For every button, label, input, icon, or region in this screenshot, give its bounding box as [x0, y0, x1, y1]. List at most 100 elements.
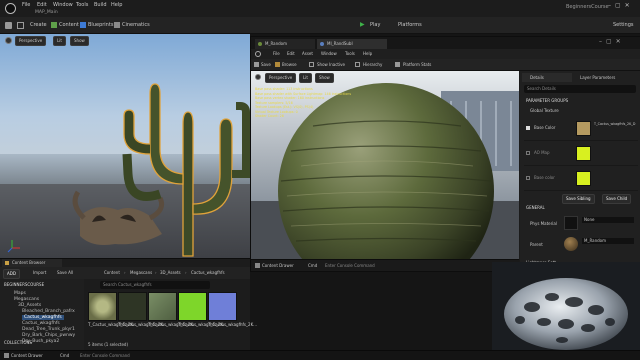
- asset-name: T_Cactus_wkagfhfs_2K...: [88, 322, 137, 327]
- editor-menu-file[interactable]: File: [273, 52, 280, 56]
- editor-menu-asset[interactable]: Asset: [302, 52, 313, 56]
- editor-window-controls[interactable]: –▢✕: [599, 39, 625, 45]
- texture-thumbnail[interactable]: [576, 171, 591, 186]
- tree-item[interactable]: 3D_Assets: [18, 303, 41, 308]
- asset-name: T_Cactus_wkagfhfs_2K...: [208, 322, 257, 327]
- save-icon[interactable]: [5, 22, 12, 29]
- menu-window[interactable]: Window: [53, 3, 73, 8]
- tree-item[interactable]: Dead_Tree_Trunk_pkyr1: [22, 327, 75, 332]
- asset-name: T_Cactus_wkagfhfs_2K...: [178, 322, 227, 327]
- content-drawer-button[interactable]: Content Drawer: [11, 354, 43, 358]
- breadcrumb-megascans[interactable]: Megascans: [130, 271, 152, 275]
- breadcrumb-content[interactable]: Content: [104, 271, 120, 275]
- stat-line: Shader Count: 26: [255, 114, 284, 118]
- tab-m-random[interactable]: M_Random: [255, 39, 315, 49]
- folder-icon: [5, 261, 9, 265]
- menu-edit[interactable]: Edit: [37, 3, 47, 8]
- preview-menu-icon[interactable]: [255, 74, 261, 80]
- platform-stats-icon: [395, 62, 400, 67]
- browse-button[interactable]: Browse: [282, 63, 297, 67]
- menu-tools[interactable]: Tools: [76, 3, 88, 8]
- preview-lit-button[interactable]: Lit: [299, 73, 312, 83]
- cactus-scene: [7, 83, 250, 257]
- editor-console-input[interactable]: Enter Console Command: [325, 264, 415, 268]
- mode-select-icon[interactable]: [17, 22, 24, 29]
- editor-menu-window[interactable]: Window: [321, 52, 337, 56]
- hierarchy-button[interactable]: Hierarchy: [363, 63, 382, 67]
- save-child-button[interactable]: Save Child: [602, 194, 632, 204]
- menu-file[interactable]: File: [22, 3, 30, 8]
- preview-perspective-button[interactable]: Perspective: [265, 73, 297, 83]
- breadcrumb-cactus[interactable]: Cactus_wkagfhfs: [191, 271, 225, 275]
- tab-layer-parameters[interactable]: Layer Parameters: [574, 73, 638, 82]
- asset-thumbnail[interactable]: [208, 292, 237, 321]
- param-checkbox[interactable]: [526, 176, 530, 180]
- tree-item[interactable]: Maps: [14, 291, 26, 296]
- window-controls[interactable]: –▢✕: [608, 3, 634, 9]
- show-inactive-button[interactable]: Show Inactive: [317, 63, 345, 67]
- menu-help[interactable]: Help: [111, 3, 122, 8]
- content-button[interactable]: Content: [59, 23, 79, 28]
- tree-item[interactable]: Bleached_Branch_pafrx: [22, 309, 75, 314]
- editor-menu-tools[interactable]: Tools: [345, 52, 355, 56]
- asset-thumbnail[interactable]: [118, 292, 147, 321]
- section-general[interactable]: GENERAL: [526, 206, 545, 210]
- editor-cmd-dropdown[interactable]: Cmd: [308, 264, 317, 268]
- settings-button[interactable]: Settings: [613, 23, 634, 28]
- asset-thumbnail[interactable]: [88, 292, 117, 321]
- asset-thumbnail[interactable]: [178, 292, 207, 321]
- platform-stats-button[interactable]: Platform Stats: [403, 63, 431, 67]
- tree-item[interactable]: Megascans: [14, 297, 39, 302]
- map-tab[interactable]: MAP_Main: [35, 10, 58, 16]
- project-tree-label[interactable]: BEGINNERSCOURSE: [4, 283, 44, 287]
- console-input[interactable]: Enter Console Command: [80, 354, 130, 358]
- cinematics-button[interactable]: Cinematics: [122, 23, 150, 28]
- cinematics-icon: [114, 22, 120, 28]
- menu-build[interactable]: Build: [94, 3, 107, 8]
- cmd-dropdown[interactable]: Cmd: [60, 354, 69, 358]
- save-all-button[interactable]: Save All: [57, 271, 73, 275]
- param-checkbox[interactable]: [526, 151, 530, 155]
- tab-details[interactable]: Details: [522, 73, 572, 82]
- add-button[interactable]: ADD: [3, 269, 20, 279]
- phys-material-thumbnail[interactable]: [564, 216, 578, 230]
- tree-item-selected[interactable]: Cactus_wkagfhfs: [22, 315, 64, 320]
- editor-menu-edit[interactable]: Edit: [287, 52, 295, 56]
- play-icon[interactable]: ▶: [360, 22, 365, 28]
- play-button[interactable]: Play: [370, 23, 380, 28]
- shader-stats: Base pass shader: 113 instructions Base …: [255, 87, 351, 119]
- parent-thumbnail[interactable]: [564, 237, 578, 251]
- save-sibling-button[interactable]: Save Sibling: [562, 194, 595, 204]
- editor-content-drawer-button[interactable]: Content Drawer: [262, 264, 294, 268]
- main-menu-bar: File Edit Window Tools Build Help MAP_Ma…: [0, 0, 640, 17]
- section-parameter-groups[interactable]: PARAMETER GROUPS: [526, 99, 568, 103]
- parent-dropdown[interactable]: M_Random: [582, 238, 634, 244]
- asset-search-input[interactable]: Search Cactus_wkagfhfs: [100, 281, 210, 289]
- platforms-button[interactable]: Platforms: [398, 23, 422, 28]
- breadcrumb-3d-assets[interactable]: 3D_Assets: [160, 271, 181, 275]
- editor-save-button[interactable]: Save: [261, 63, 271, 67]
- texture-thumbnail[interactable]: [576, 146, 591, 161]
- preview-show-button[interactable]: Show: [315, 73, 334, 83]
- tree-item[interactable]: Dry_Bark_Chips_pwnwy: [22, 333, 75, 338]
- editor-menu-help[interactable]: Help: [363, 52, 372, 56]
- level-viewport[interactable]: Perspective Lit Show: [0, 34, 250, 258]
- tree-item[interactable]: Cactus_wkagfhfs: [22, 321, 60, 326]
- details-search-input[interactable]: Search Details: [524, 85, 636, 93]
- create-button[interactable]: Create: [30, 23, 47, 28]
- phys-material-dropdown[interactable]: None: [582, 217, 634, 223]
- param-value[interactable]: T_Cactus_wkagfhfs_2K_D: [594, 122, 635, 126]
- asset-thumbnail[interactable]: [148, 292, 177, 321]
- section-global-texture[interactable]: Global Texture: [530, 109, 559, 113]
- param-label: AO Map: [534, 150, 550, 155]
- param-checkbox[interactable]: [526, 126, 530, 130]
- unreal-logo-icon[interactable]: [5, 3, 16, 14]
- import-button[interactable]: Import: [33, 271, 46, 275]
- param-label: Base Color: [534, 125, 556, 130]
- tab-content-browser[interactable]: Content Browser: [2, 259, 62, 267]
- collections-header[interactable]: COLLECTIONS: [4, 341, 32, 345]
- blueprints-button[interactable]: Blueprints: [88, 23, 113, 28]
- material-preview-viewport[interactable]: Perspective Lit Show Base pass shader: 1…: [251, 71, 519, 259]
- tab-mi-randsubi[interactable]: MI_RandSubI: [317, 39, 387, 49]
- texture-thumbnail[interactable]: [576, 121, 591, 136]
